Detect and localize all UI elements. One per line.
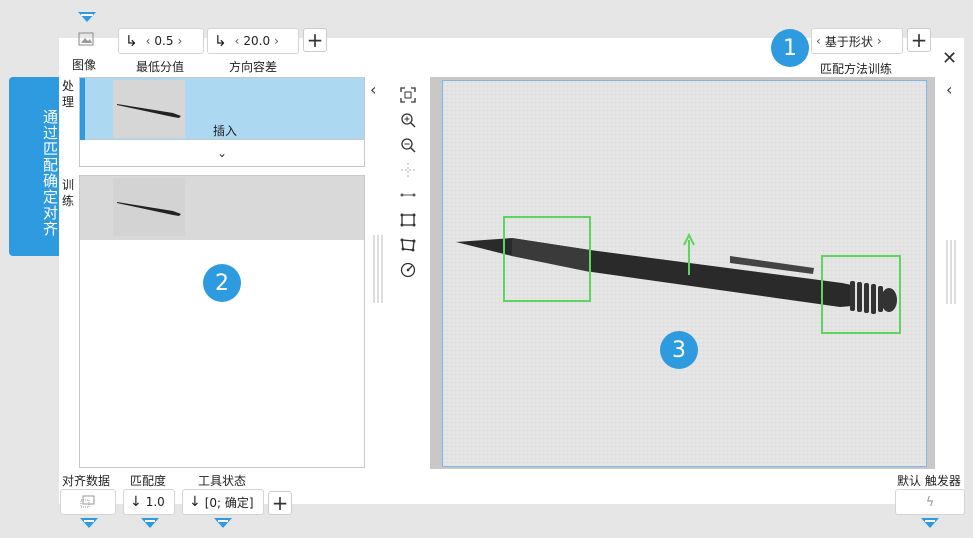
image-icon <box>78 32 94 46</box>
method-value[interactable]: 基于形状 <box>825 33 873 50</box>
increment-icon[interactable]: › <box>270 34 283 48</box>
plus-icon: + <box>271 491 289 515</box>
image-label: 图像 <box>72 58 97 72</box>
increment-icon[interactable]: › <box>873 34 886 48</box>
plus-icon: + <box>306 28 324 52</box>
tool-state-value: [0; 确定] <box>204 495 254 510</box>
fit-icon[interactable] <box>399 86 417 104</box>
zoom-out-icon[interactable] <box>399 136 417 154</box>
line-icon[interactable] <box>399 186 417 204</box>
match-output[interactable]: ↓ 1.0 <box>123 489 175 515</box>
increment-icon[interactable]: › <box>173 34 186 48</box>
side-tab[interactable]: 通过匹配确定对齐 <box>9 77 59 256</box>
decrement-icon[interactable]: ‹ <box>142 34 155 48</box>
splitter-handle[interactable] <box>371 235 385 303</box>
align-data-label: 对齐数据 <box>62 474 111 488</box>
add-output-button[interactable]: + <box>268 491 292 515</box>
selected-indicator <box>80 78 85 140</box>
min-score-control: ↳ ‹ 0.5 › 最低分值 <box>118 28 204 75</box>
arrow-corner-icon: ↳ <box>214 32 227 50</box>
min-score-stepper[interactable]: ↳ ‹ 0.5 › <box>118 28 204 54</box>
rotate-icon[interactable] <box>399 261 417 279</box>
camera-image[interactable] <box>442 80 927 467</box>
funnel-icon <box>80 518 98 528</box>
arrow-down-icon: ↓ <box>189 494 201 510</box>
direction-tolerance-value[interactable]: 20.0 <box>243 34 270 48</box>
badge-3: 3 <box>660 331 698 369</box>
funnel-icon <box>141 518 159 528</box>
image-viewport[interactable] <box>430 77 935 469</box>
monitor-icon <box>80 495 95 508</box>
train-list <box>79 175 365 468</box>
method-label: 匹配方法训练 <box>820 62 893 76</box>
tool-state-label: 工具状态 <box>198 474 247 488</box>
badge-2: 2 <box>203 264 241 302</box>
direction-tolerance-control: ↳ ‹ 20.0 › 方向容差 <box>207 28 299 75</box>
splitter-handle-right[interactable] <box>944 240 958 304</box>
chevron-down-icon: ⌄ <box>216 146 228 160</box>
process-list-item[interactable]: 插入 <box>79 77 365 140</box>
align-data-button[interactable] <box>60 489 116 515</box>
method-stepper[interactable]: ‹ 基于形状 › <box>811 28 903 54</box>
direction-tolerance-label: 方向容差 <box>229 60 278 74</box>
process-thumbnail <box>113 80 185 138</box>
image-button[interactable]: 图像 <box>70 32 102 72</box>
badge-1: 1 <box>771 29 809 67</box>
decrement-icon[interactable]: ‹ <box>231 34 244 48</box>
add-method-button[interactable]: + <box>907 28 931 52</box>
arrow-corner-icon: ↳ <box>125 32 138 50</box>
min-score-label: 最低分值 <box>136 60 185 74</box>
train-thumbnail <box>113 178 185 236</box>
funnel-icon <box>214 518 232 528</box>
trigger-button[interactable]: ϟ <box>895 489 965 515</box>
expand-button[interactable]: ⌄ <box>79 140 365 167</box>
zoom-in-icon[interactable] <box>399 111 417 129</box>
process-label: 处理 <box>62 79 75 109</box>
arrow-down-icon: ↓ <box>130 494 142 510</box>
match-label: 匹配度 <box>130 474 167 488</box>
insert-label[interactable]: 插入 <box>213 122 237 139</box>
chevron-left-icon[interactable]: ‹ <box>946 80 952 99</box>
tool-state-output[interactable]: ↓ [0; 确定] <box>182 489 264 515</box>
decrement-icon[interactable]: ‹ <box>812 34 825 48</box>
min-score-value[interactable]: 0.5 <box>154 34 173 48</box>
plus-icon: + <box>910 28 928 52</box>
crosshair-icon[interactable] <box>399 161 417 179</box>
close-icon[interactable]: ✕ <box>942 48 957 69</box>
direction-tolerance-stepper[interactable]: ↳ ‹ 20.0 › <box>207 28 299 54</box>
match-value: 1.0 <box>145 495 165 509</box>
side-tab-label: 通过匹配确定对齐 <box>41 108 59 237</box>
lightning-icon: ϟ <box>925 494 935 510</box>
chevron-left-icon[interactable]: ‹ <box>370 80 376 99</box>
connector-top-icon <box>78 12 96 22</box>
trigger-label: 默认 触发器 <box>897 474 961 488</box>
add-parameter-button[interactable]: + <box>303 28 327 52</box>
funnel-icon <box>921 518 939 528</box>
polygon-icon[interactable] <box>399 236 417 254</box>
rect-icon[interactable] <box>399 211 417 229</box>
tool-strip <box>399 86 417 279</box>
train-list-item[interactable] <box>80 176 364 240</box>
train-label: 训练 <box>62 178 75 208</box>
